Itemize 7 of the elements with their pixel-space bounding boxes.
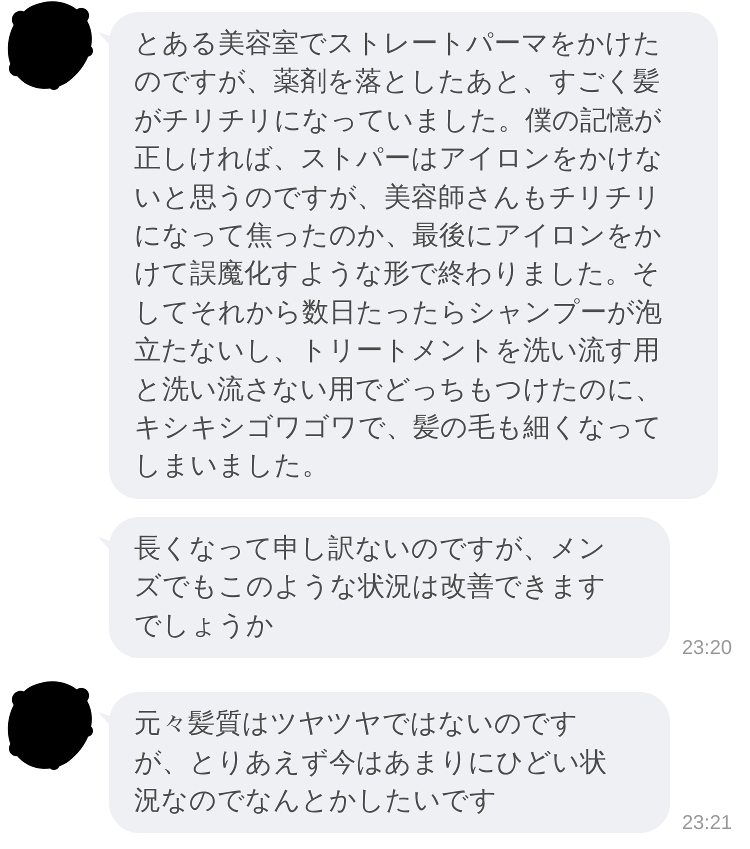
message-text: とある美容室でストレートパーマをかけたのですが、薬剤を落としたあと、すごく髪がチリチリになっていました。僕の記憶が正しければ、ストパーはアイロンをかけないと思うのですが、美容師さんもチリチリになって焦ったのか、最後にアイロンをかけて誤魔化すような形で終わりました。そしてそれから数日たったらシャンプーが泡立たないし、トリートメントを洗い流す用と洗い流さない用でどっちもつけたのに、キシキシゴワゴワで、髪の毛も細くなってしまいました。 (134, 27, 664, 484)
redaction-scribble-icon (7, 680, 93, 770)
redaction-scribble-icon (7, 0, 93, 90)
message-text: 長くなって申し訳ないのですが、メンズでもこのような状況は改善できますでしょうか (134, 532, 607, 643)
message-text: 元々髪質はツヤツヤではないのですが、とりあえず今はあまりにひどい状況なのでなんとかしたいです (134, 707, 608, 818)
message-time: 23:20 (682, 638, 732, 658)
message-time: 23:21 (682, 813, 732, 834)
